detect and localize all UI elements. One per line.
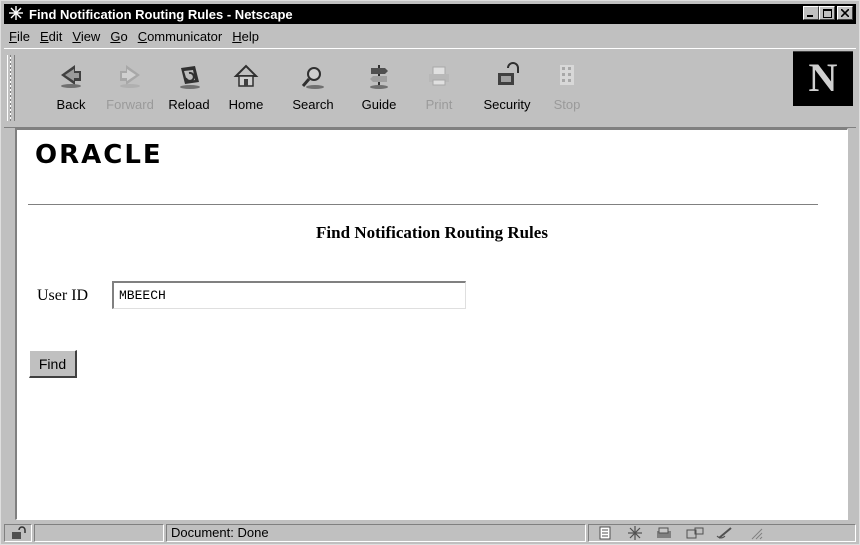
navigator-icon[interactable] (625, 525, 645, 540)
resize-grip-icon[interactable] (749, 526, 763, 540)
security-button[interactable]: Security (478, 55, 536, 125)
title-bar: Find Notification Routing Rules - Netsca… (4, 4, 856, 24)
menu-communicator[interactable]: Communicator (133, 29, 228, 44)
menu-bar: File Edit View Go Communicator Help (4, 26, 264, 46)
page-icon[interactable] (595, 526, 615, 540)
component-bar (588, 523, 856, 542)
mailbox-icon[interactable] (655, 526, 675, 540)
security-status-icon[interactable] (4, 523, 32, 542)
close-button[interactable] (837, 6, 853, 20)
user-id-input[interactable] (112, 281, 466, 309)
divider (28, 204, 818, 206)
menu-help[interactable]: Help (227, 29, 264, 44)
oracle-logo: ORACLE (35, 140, 163, 170)
guide-signpost-icon (364, 61, 394, 91)
forward-button[interactable]: Forward (101, 55, 159, 125)
menu-go[interactable]: Go (105, 29, 132, 44)
status-bar: Document: Done (4, 522, 856, 543)
navigation-toolbar: Back Forward Reload Home Search Guide Pr… (4, 48, 856, 128)
guide-button[interactable]: Guide (350, 55, 408, 125)
minimize-button[interactable] (803, 6, 819, 20)
discussion-icon[interactable] (685, 526, 705, 540)
home-button[interactable]: Home (217, 55, 275, 125)
search-button[interactable]: Search (284, 55, 342, 125)
netscape-app-icon (8, 6, 24, 22)
toolbar-grip[interactable] (7, 55, 15, 121)
menu-edit[interactable]: Edit (35, 29, 67, 44)
reload-button[interactable]: Reload (160, 55, 218, 125)
composer-icon[interactable] (715, 526, 735, 540)
padlock-icon (492, 61, 522, 91)
status-text: Document: Done (166, 523, 586, 542)
print-button[interactable]: Print (410, 55, 468, 125)
user-id-label: User ID (37, 287, 89, 304)
stop-button[interactable]: Stop (538, 55, 596, 125)
window-title: Find Notification Routing Rules - Netsca… (29, 6, 293, 22)
progress-area (34, 523, 164, 542)
netscape-logo[interactable]: N (793, 51, 853, 106)
maximize-button[interactable] (819, 6, 835, 20)
page-title: Find Notification Routing Rules (316, 223, 548, 242)
menu-view[interactable]: View (67, 29, 105, 44)
stop-icon (552, 61, 582, 91)
find-button[interactable]: Find (29, 350, 77, 378)
forward-arrow-icon (115, 61, 145, 91)
browser-window: Find Notification Routing Rules - Netsca… (0, 0, 860, 545)
search-icon (298, 61, 328, 91)
back-button[interactable]: Back (42, 55, 100, 125)
reload-icon (174, 61, 204, 91)
home-icon (231, 61, 261, 91)
menu-file[interactable]: File (4, 29, 35, 44)
back-arrow-icon (56, 61, 86, 91)
page-content: ORACLE Find Notification Routing Rules U… (15, 128, 848, 520)
printer-icon (424, 61, 454, 91)
